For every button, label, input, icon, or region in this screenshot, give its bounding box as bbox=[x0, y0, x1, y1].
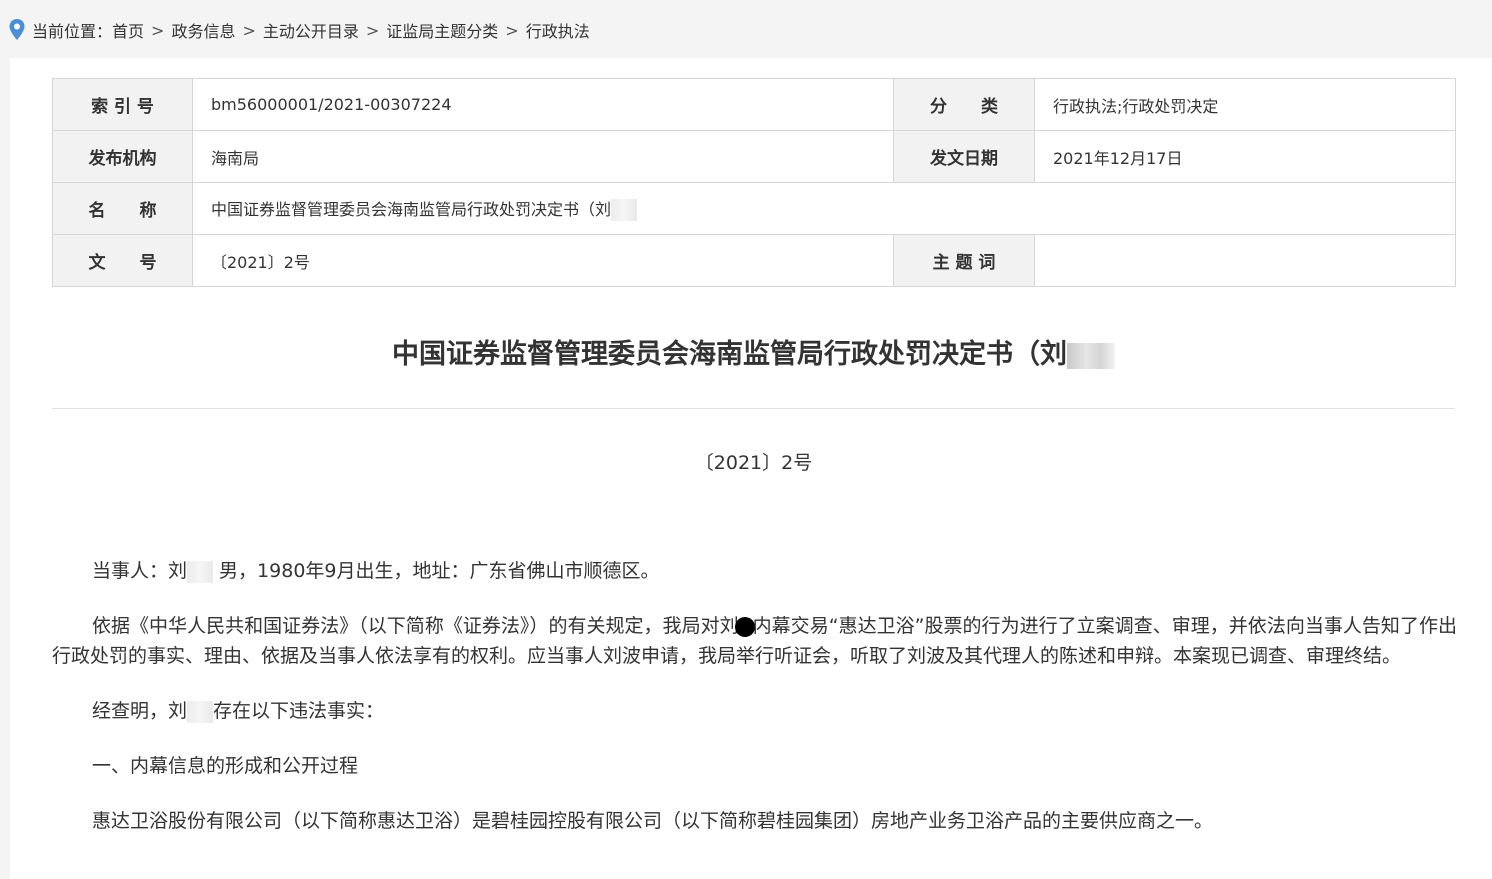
redaction-blur bbox=[187, 700, 214, 723]
keywords-value bbox=[1034, 234, 1456, 287]
name-value: 中国证券监督管理委员会海南监管局行政处罚决定书（刘 bbox=[192, 182, 1456, 235]
name-value-text: 中国证券监督管理委员会海南监管局行政处罚决定书（刘 bbox=[211, 199, 612, 219]
breadcrumb-separator: > bbox=[505, 20, 519, 40]
document-number-label: 文 号 bbox=[52, 234, 193, 287]
document-number-value: 〔2021〕2号 bbox=[192, 234, 894, 287]
breadcrumb-topic-category[interactable]: 证监局主题分类 bbox=[386, 18, 498, 42]
document-title-text: 中国证券监督管理委员会海南监管局行政处罚决定书（刘 bbox=[392, 339, 1067, 370]
redaction-mark bbox=[734, 616, 755, 637]
document-body: 当事人：刘 男，1980年9月出生，地址：广东省佛山市顺德区。 依据《中华人民共… bbox=[52, 556, 1457, 861]
publisher-label: 发布机构 bbox=[52, 130, 193, 183]
issue-date-label: 发文日期 bbox=[893, 130, 1035, 183]
paragraph-basis: 依据《中华人民共和国证券法》（以下简称《证券法》）的有关规定，我局对刘 内幕交易“… bbox=[52, 611, 1457, 671]
breadcrumb-administrative-enforcement[interactable]: 行政执法 bbox=[526, 18, 590, 42]
paragraph-findings: 经查明，刘 存在以下违法事实： bbox=[52, 696, 1457, 726]
location-pin-icon bbox=[9, 19, 25, 40]
breadcrumb-separator: > bbox=[151, 20, 165, 40]
paragraph-text: 存在以下违法事实： bbox=[213, 700, 385, 722]
index-number-label: 索 引 号 bbox=[52, 78, 193, 131]
document-number: 〔2021〕2号 bbox=[694, 452, 813, 474]
paragraph-company: 惠达卫浴股份有限公司（以下简称惠达卫浴）是碧桂园控股有限公司（以下简称碧桂园集团… bbox=[92, 810, 1214, 832]
table-row: 名 称 中国证券监督管理委员会海南监管局行政处罚决定书（刘 bbox=[52, 182, 1456, 235]
top-bar: 当前位置： 首页 > 政务信息 > 主动公开目录 > 证监局主题分类 > 行政执… bbox=[0, 0, 1492, 58]
issue-date-value: 2021年12月17日 bbox=[1034, 130, 1456, 183]
metadata-table: 索 引 号 bm56000001/2021-00307224 分 类 行政执法;… bbox=[52, 78, 1456, 287]
breadcrumb-government-info[interactable]: 政务信息 bbox=[171, 18, 235, 42]
category-label: 分 类 bbox=[893, 78, 1035, 131]
table-row: 索 引 号 bm56000001/2021-00307224 分 类 行政执法;… bbox=[52, 78, 1456, 131]
table-row: 发布机构 海南局 发文日期 2021年12月17日 bbox=[52, 130, 1456, 183]
table-row: 文 号 〔2021〕2号 主 题 词 bbox=[52, 234, 1456, 287]
breadcrumb-disclosure-catalog[interactable]: 主动公开目录 bbox=[263, 18, 359, 42]
publisher-value: 海南局 bbox=[192, 130, 894, 183]
breadcrumb: 当前位置： 首页 > 政务信息 > 主动公开目录 > 证监局主题分类 > 行政执… bbox=[8, 18, 590, 42]
breadcrumb-home[interactable]: 首页 bbox=[112, 18, 144, 42]
redaction-blur bbox=[187, 560, 214, 583]
category-value: 行政执法;行政处罚决定 bbox=[1034, 78, 1456, 131]
redaction-blur bbox=[611, 199, 638, 222]
divider bbox=[52, 408, 1455, 409]
section-heading: 一、内幕信息的形成和公开过程 bbox=[92, 755, 359, 777]
paragraph-party: 当事人：刘 男，1980年9月出生，地址：广东省佛山市顺德区。 bbox=[52, 556, 1457, 586]
document-title: 中国证券监督管理委员会海南监管局行政处罚决定书（刘 bbox=[52, 332, 1455, 371]
paragraph-text: 男，1980年9月出生，地址：广东省佛山市顺德区。 bbox=[213, 560, 660, 582]
main-content: 索 引 号 bm56000001/2021-00307224 分 类 行政执法;… bbox=[10, 58, 1492, 879]
paragraph-text: 依据《中华人民共和国证券法》（以下简称《证券法》）的有关规定，我局对刘 bbox=[92, 615, 739, 637]
keywords-label: 主 题 词 bbox=[893, 234, 1035, 287]
redaction-blur bbox=[1067, 342, 1115, 369]
paragraph-text: 经查明，刘 bbox=[92, 700, 188, 722]
breadcrumb-prefix: 当前位置： bbox=[32, 22, 113, 41]
breadcrumb-separator: > bbox=[365, 20, 380, 40]
index-number-value: bm56000001/2021-00307224 bbox=[192, 78, 894, 131]
name-label: 名 称 bbox=[52, 182, 193, 235]
breadcrumb-separator: > bbox=[242, 20, 256, 40]
paragraph-text: 当事人：刘 bbox=[92, 560, 188, 582]
